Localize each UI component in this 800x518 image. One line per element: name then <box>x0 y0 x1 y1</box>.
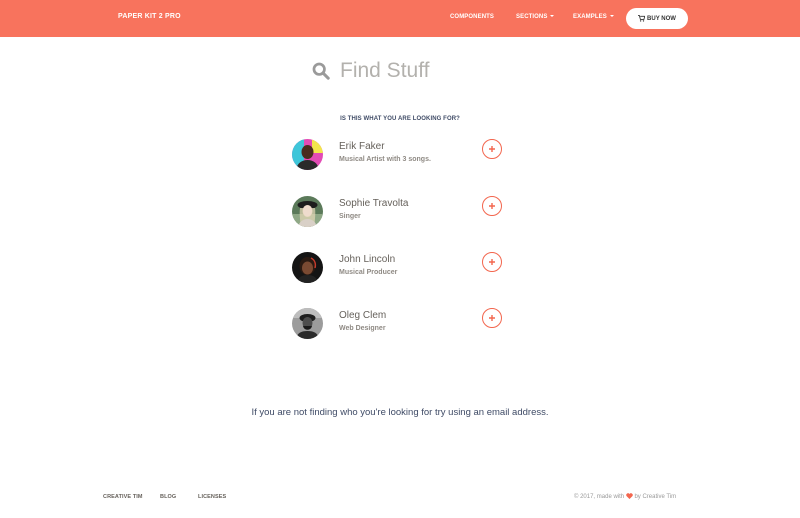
person-name: Sophie Travolta <box>339 198 409 209</box>
brand-logo[interactable]: PAPER KIT 2 PRO <box>118 13 181 20</box>
person-role: Web Designer <box>339 325 386 332</box>
plus-icon <box>489 203 495 209</box>
avatar <box>292 139 323 170</box>
footer-link-licenses[interactable]: LICENSES <box>198 494 226 500</box>
plus-icon <box>489 259 495 265</box>
list-item: Oleg Clem Web Designer <box>292 308 512 340</box>
avatar <box>292 252 323 283</box>
person-role: Musical Artist with 3 songs. <box>339 156 431 163</box>
add-person-button[interactable] <box>482 252 502 272</box>
results-title: IS THIS WHAT YOU ARE LOOKING FOR? <box>340 116 460 122</box>
add-person-button[interactable] <box>482 196 502 216</box>
person-name: Oleg Clem <box>339 310 387 321</box>
search-input[interactable] <box>340 56 540 86</box>
search-icon <box>312 62 330 80</box>
chevron-down-icon <box>550 15 555 17</box>
plus-icon <box>489 315 495 321</box>
copyright: © 2017, made with by Creative Tim <box>574 493 677 500</box>
cart-icon <box>638 15 646 22</box>
list-item: Erik Faker Musical Artist with 3 songs. <box>292 139 512 171</box>
list-item: Sophie Travolta Singer <box>292 196 512 228</box>
add-person-button[interactable] <box>482 308 502 328</box>
plus-icon <box>489 146 495 152</box>
avatar <box>292 308 323 339</box>
nav-examples-dropdown[interactable]: EXAMPLES <box>573 14 614 20</box>
nav-components[interactable]: COMPONENTS <box>450 14 494 20</box>
add-person-button[interactable] <box>482 139 502 159</box>
heart-icon <box>626 493 633 499</box>
chevron-down-icon <box>609 15 614 17</box>
search-hint: If you are not finding who you're lookin… <box>251 407 549 418</box>
buy-now-button[interactable]: BUY NOW <box>626 8 688 29</box>
nav-sections-dropdown[interactable]: SECTIONS <box>516 14 555 20</box>
footer-link-blog[interactable]: BLOG <box>160 494 176 500</box>
footer-link-creative-tim[interactable]: CREATIVE TIM <box>103 494 143 500</box>
person-name: Erik Faker <box>339 141 385 152</box>
person-role: Musical Producer <box>339 269 398 276</box>
person-name: John Lincoln <box>339 254 396 265</box>
list-item: John Lincoln Musical Producer <box>292 252 512 284</box>
person-role: Singer <box>339 213 361 220</box>
navbar: PAPER KIT 2 PRO COMPONENTS SECTIONS EXAM… <box>0 0 800 37</box>
avatar <box>292 196 323 227</box>
